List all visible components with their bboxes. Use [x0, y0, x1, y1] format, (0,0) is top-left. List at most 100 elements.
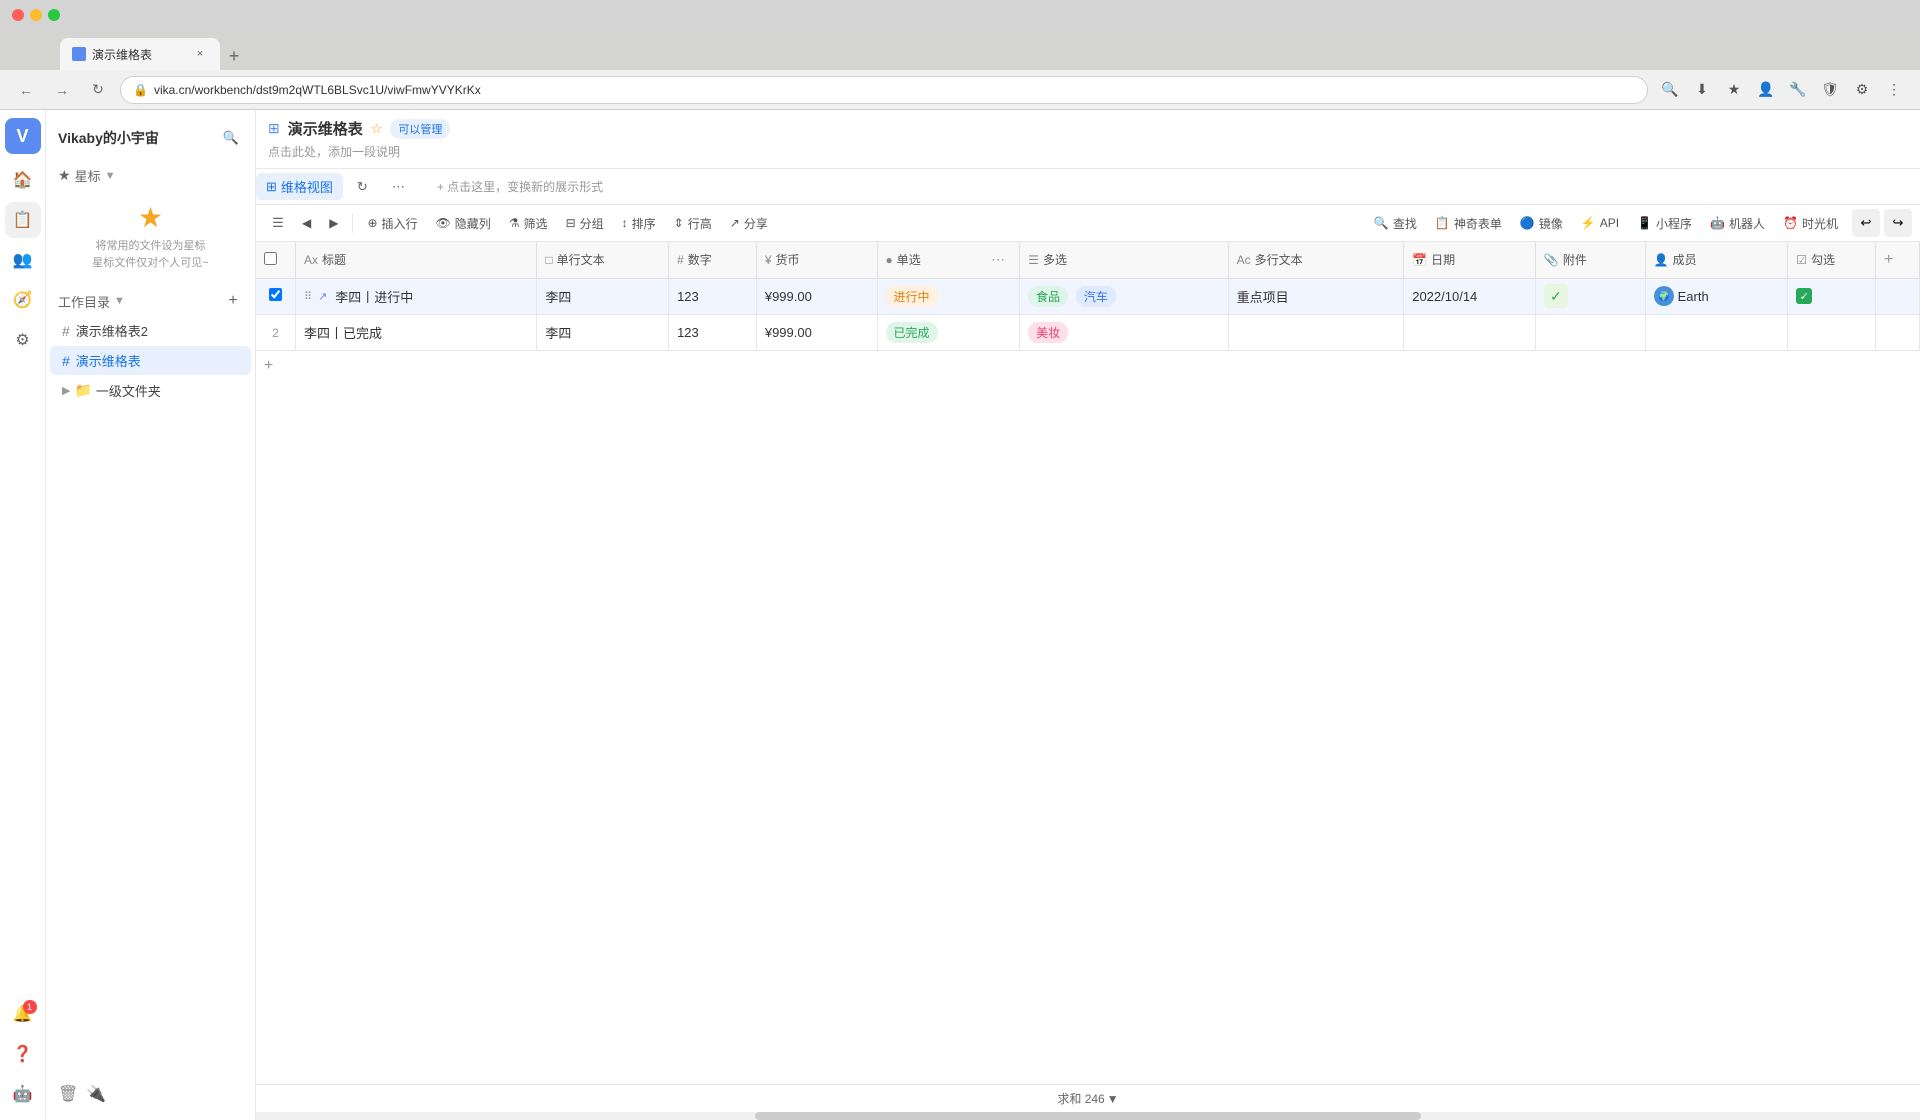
th-num[interactable]: # 数字: [669, 242, 757, 278]
row2-multitext-cell[interactable]: [1228, 314, 1404, 350]
row2-currency-cell[interactable]: ¥999.00: [756, 314, 877, 350]
row1-text-cell[interactable]: 李四: [537, 278, 669, 314]
workdir-label[interactable]: 工作目录 ▼: [58, 292, 125, 311]
sidebar-settings-icon[interactable]: ⚙: [5, 322, 41, 358]
browser-profile-icon[interactable]: 👤: [1752, 76, 1780, 104]
fullscreen-window-button[interactable]: [48, 9, 60, 21]
row2-num-cell[interactable]: 123: [669, 314, 757, 350]
sidebar-team-icon[interactable]: 👥: [5, 242, 41, 278]
minimize-window-button[interactable]: [30, 9, 42, 21]
toolbar-icon-redo[interactable]: ↪: [1884, 209, 1912, 237]
view-tab-more[interactable]: ⋯: [382, 175, 415, 199]
close-window-button[interactable]: [12, 9, 24, 21]
row2-date-cell[interactable]: [1404, 314, 1536, 350]
nav-item-folder[interactable]: ▶ 📁 一级文件夹: [50, 376, 251, 405]
reload-button[interactable]: ↻: [84, 76, 112, 104]
browser-bookmark-icon[interactable]: ★: [1720, 76, 1748, 104]
magic-form-button[interactable]: 📋 神奇表单: [1427, 211, 1510, 236]
browser-menu-icon[interactable]: ⋮: [1880, 76, 1908, 104]
workspace-search-button[interactable]: 🔍: [219, 126, 243, 150]
sheet-star-button[interactable]: ☆: [371, 121, 383, 137]
row1-num-cell[interactable]: 123: [669, 278, 757, 314]
api-button[interactable]: ⚡ API: [1573, 212, 1627, 234]
th-add-col[interactable]: +: [1876, 242, 1920, 278]
help-icon[interactable]: ❓: [5, 1036, 41, 1072]
browser-download-icon[interactable]: ⬇: [1688, 76, 1716, 104]
th-single[interactable]: ● 单选 ⋯: [877, 242, 1020, 278]
robot-button[interactable]: 🤖 机器人: [1702, 211, 1773, 236]
row1-member-cell[interactable]: 🌍 Earth: [1645, 278, 1788, 314]
th-member[interactable]: 👤 成员: [1645, 242, 1788, 278]
sort-button[interactable]: ↕ 排序: [614, 211, 664, 236]
th-multitext[interactable]: Ac 多行文本: [1228, 242, 1404, 278]
bot-icon[interactable]: 🤖: [5, 1076, 41, 1112]
time-machine-button[interactable]: ⏰ 时光机: [1775, 211, 1846, 236]
row2-attach-cell[interactable]: [1535, 314, 1645, 350]
mirror-button[interactable]: 🔵 镜像: [1512, 211, 1571, 236]
toolbar-forward-button[interactable]: ▶: [321, 212, 346, 234]
row1-multitext-cell[interactable]: 重点项目: [1228, 278, 1404, 314]
th-title[interactable]: Ax 标题: [296, 242, 537, 278]
th-checkbox[interactable]: [256, 242, 296, 278]
sheet-subtitle[interactable]: 点击此处，添加一段说明: [268, 143, 1908, 164]
new-tab-button[interactable]: +: [220, 42, 248, 70]
row2-checkbox-cell[interactable]: 2: [256, 314, 296, 350]
row-height-button[interactable]: ⇕ 行高: [666, 211, 720, 236]
sum-arrow[interactable]: ▼: [1107, 1092, 1119, 1106]
scrollbar-thumb[interactable]: [755, 1112, 1421, 1120]
starred-header[interactable]: ★ 星标 ▼: [58, 162, 243, 189]
hide-col-button[interactable]: 👁 隐藏列: [428, 211, 499, 236]
insert-row-button[interactable]: ⊕ 插入行: [359, 211, 425, 236]
toolbar-icon-undo[interactable]: ↩: [1852, 209, 1880, 237]
nav-item-sheet2[interactable]: # 演示维格表2: [50, 316, 251, 345]
row2-title-cell[interactable]: 李四丨已完成: [296, 314, 537, 350]
browser-extension1-icon[interactable]: 🔧: [1784, 76, 1812, 104]
back-button[interactable]: ←: [12, 76, 40, 104]
sidebar-files-icon[interactable]: 📋: [5, 202, 41, 238]
view-tab-sync[interactable]: ↻: [347, 175, 378, 199]
horizontal-scrollbar[interactable]: [256, 1112, 1920, 1120]
collapse-button[interactable]: ☰: [264, 209, 292, 237]
tab-close-button[interactable]: ×: [192, 46, 208, 62]
th-attach[interactable]: 📎 附件: [1535, 242, 1645, 278]
group-button[interactable]: ⊟ 分组: [558, 211, 612, 236]
row1-currency-cell[interactable]: ¥999.00: [756, 278, 877, 314]
row2-text-cell[interactable]: 李四: [537, 314, 669, 350]
browser-search-icon[interactable]: 🔍: [1656, 76, 1684, 104]
view-tab-grid[interactable]: ⊞ 维格视图: [256, 173, 343, 200]
row1-checkbox[interactable]: [269, 288, 282, 301]
th-multiselect[interactable]: ☑ 勾选: [1788, 242, 1876, 278]
view-tab-add[interactable]: + 点击这里，变换新的展示形式: [427, 174, 613, 199]
sidebar-home-icon[interactable]: 🏠: [5, 162, 41, 198]
row1-checkbox-cell[interactable]: [256, 278, 296, 314]
row1-multi-cell[interactable]: 食品 汽车: [1020, 278, 1228, 314]
plugin-button[interactable]: 🔌: [86, 1084, 106, 1104]
trash-button[interactable]: 🗑: [58, 1084, 78, 1104]
share-button[interactable]: ↗ 分享: [722, 211, 776, 236]
workdir-add-button[interactable]: +: [223, 291, 243, 311]
row2-multiselect-cell[interactable]: [1788, 314, 1876, 350]
row1-single-cell[interactable]: 进行中: [877, 278, 1020, 314]
th-date[interactable]: 📅 日期: [1404, 242, 1536, 278]
browser-extension2-icon[interactable]: 🛡: [1816, 76, 1844, 104]
row1-multiselect-cell[interactable]: ✓: [1788, 278, 1876, 314]
th-text[interactable]: □ 单行文本: [537, 242, 669, 278]
browser-tab-active[interactable]: 演示维格表 ×: [60, 38, 220, 70]
add-column-icon[interactable]: +: [1884, 251, 1893, 268]
th-single-more-icon[interactable]: ⋯: [991, 251, 1011, 268]
row2-single-cell[interactable]: 已完成: [877, 314, 1020, 350]
toolbar-back-button[interactable]: ◀: [294, 212, 319, 234]
browser-extension3-icon[interactable]: ⚙: [1848, 76, 1876, 104]
th-multi[interactable]: ☰ 多选: [1020, 242, 1228, 278]
sidebar-explore-icon[interactable]: 🧭: [5, 282, 41, 318]
row1-date-cell[interactable]: 2022/10/14: [1404, 278, 1536, 314]
row1-expand-icon[interactable]: ↗: [318, 290, 327, 303]
nav-item-sheet1[interactable]: # 演示维格表: [50, 346, 251, 375]
notification-icon[interactable]: 🔔 1: [5, 996, 41, 1032]
row1-title-cell[interactable]: ⠿ ↗ 李四丨进行中: [296, 278, 537, 314]
select-all-checkbox[interactable]: [264, 252, 277, 265]
th-currency[interactable]: ¥ 货币: [756, 242, 877, 278]
add-row-button[interactable]: +: [256, 351, 1920, 381]
row2-member-cell[interactable]: [1645, 314, 1788, 350]
row2-multi-cell[interactable]: 美妆: [1020, 314, 1228, 350]
